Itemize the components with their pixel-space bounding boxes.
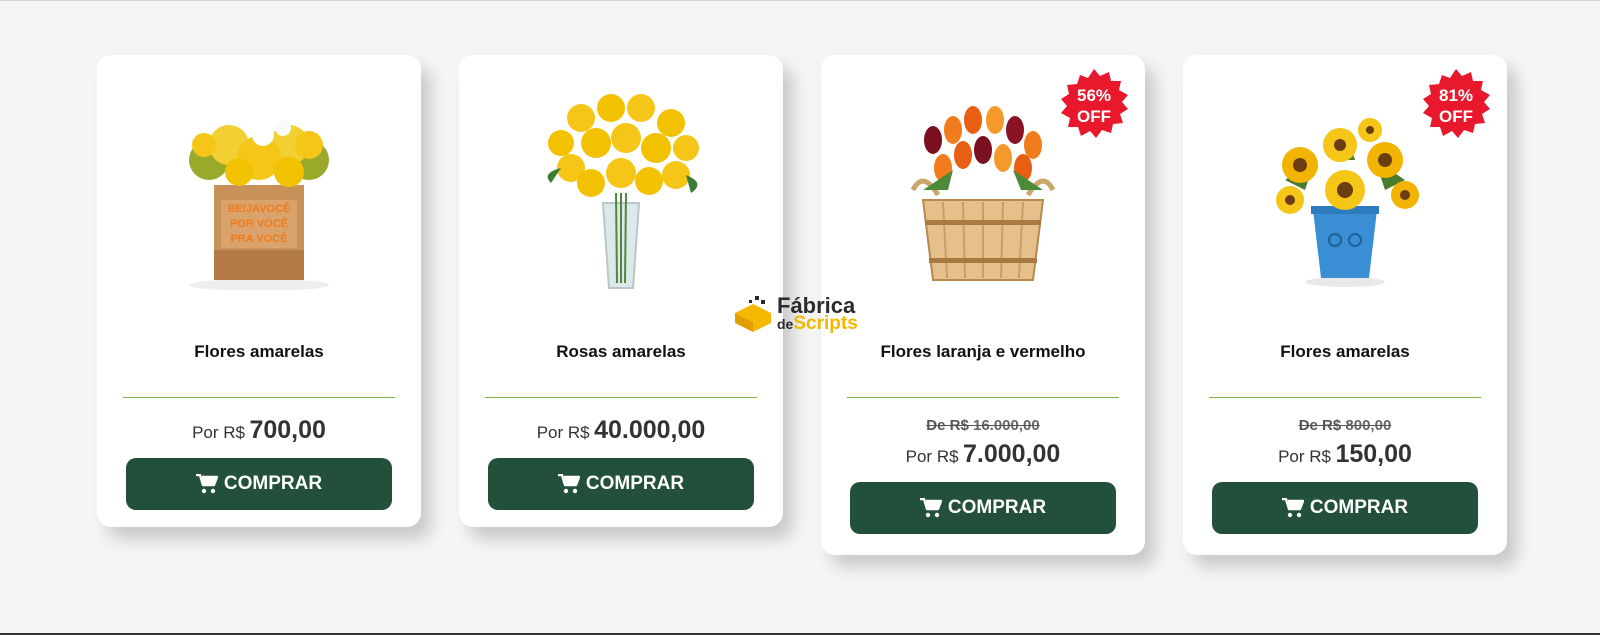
product-name[interactable]: Flores amarelas — [1209, 342, 1481, 362]
product-card: BEIJAVOCÊ POR VOCÊ PRA VOCÊ Flores amare… — [97, 55, 421, 527]
watermark-logo: Fábrica deScripts — [733, 295, 858, 334]
watermark-prefix: de — [777, 316, 794, 332]
price-label: Por R$ — [536, 423, 590, 442]
watermark-line2: Scripts — [793, 313, 858, 334]
old-price: De R$ 16.000,00 — [847, 417, 1119, 434]
badge-off: OFF — [1439, 107, 1473, 126]
product-card: 56% OFF Flores laranja e vermelho De R$ … — [821, 55, 1145, 555]
svg-text:POR VOCÊ: POR VOCÊ — [230, 217, 288, 230]
old-price-value: 800,00 — [1345, 417, 1392, 434]
price-label: Por R$ — [192, 423, 245, 442]
svg-text:BEIJAVOCÊ: BEIJAVOCÊ — [228, 202, 291, 215]
product-price: Por R$ 150,00 — [1209, 440, 1481, 469]
divider — [847, 397, 1119, 398]
old-price-value: 16.000,00 — [972, 417, 1040, 434]
badge-percent: 81% — [1438, 86, 1474, 105]
discount-badge: 81% OFF — [1419, 69, 1493, 143]
divider — [485, 397, 757, 398]
product-image[interactable]: BEIJAVOCÊ POR VOCÊ PRA VOCÊ — [123, 55, 395, 325]
top-border — [0, 0, 1600, 1]
price-value: 40.000,00 — [594, 416, 706, 444]
buy-button-label: COMPRAR — [585, 473, 685, 494]
divider — [123, 397, 395, 398]
product-name[interactable]: Flores laranja e vermelho — [847, 342, 1119, 362]
discount-badge: 56% OFF — [1057, 69, 1131, 143]
buy-button[interactable]: COMPRAR — [488, 458, 754, 510]
product-price: Por R$ 40.000,00 — [485, 416, 757, 445]
product-card: Rosas amarelas Por R$ 40.000,00 COMPRAR — [459, 55, 783, 527]
buy-button-label: COMPRAR — [223, 473, 323, 494]
old-price-label: De R$ — [1298, 417, 1342, 434]
product-name[interactable]: Rosas amarelas — [485, 342, 757, 362]
shopping-cart-icon — [919, 498, 942, 518]
buy-button[interactable]: COMPRAR — [126, 458, 392, 510]
badge-off: OFF — [1077, 107, 1111, 126]
old-price: De R$ 800,00 — [1209, 417, 1481, 434]
product-name[interactable]: Flores amarelas — [123, 342, 395, 362]
old-price-label: De R$ — [926, 417, 969, 434]
product-price: Por R$ 7.000,00 — [847, 440, 1119, 469]
price-label: Por R$ — [1278, 447, 1331, 466]
badge-percent: 56% — [1076, 86, 1112, 105]
svg-text:PRA VOCÊ: PRA VOCÊ — [230, 232, 287, 245]
price-value: 7.000,00 — [963, 440, 1061, 468]
buy-button[interactable]: COMPRAR — [850, 482, 1116, 534]
price-label: Por R$ — [905, 447, 959, 466]
buy-button-label: COMPRAR — [1309, 497, 1409, 518]
divider — [1209, 397, 1481, 398]
shopping-cart-icon — [195, 474, 218, 494]
buy-button[interactable]: COMPRAR — [1212, 482, 1478, 534]
product-price: Por R$ 700,00 — [123, 416, 395, 445]
product-image[interactable] — [485, 55, 757, 325]
shopping-cart-icon — [1281, 498, 1304, 518]
product-card: 81% OFF Flores amarelas De R$ 800,00 Por… — [1183, 55, 1507, 555]
fabrica-logo-icon — [735, 296, 771, 332]
price-value: 700,00 — [249, 416, 326, 444]
buy-button-label: COMPRAR — [947, 497, 1047, 518]
price-value: 150,00 — [1335, 440, 1412, 468]
shopping-cart-icon — [557, 474, 580, 494]
